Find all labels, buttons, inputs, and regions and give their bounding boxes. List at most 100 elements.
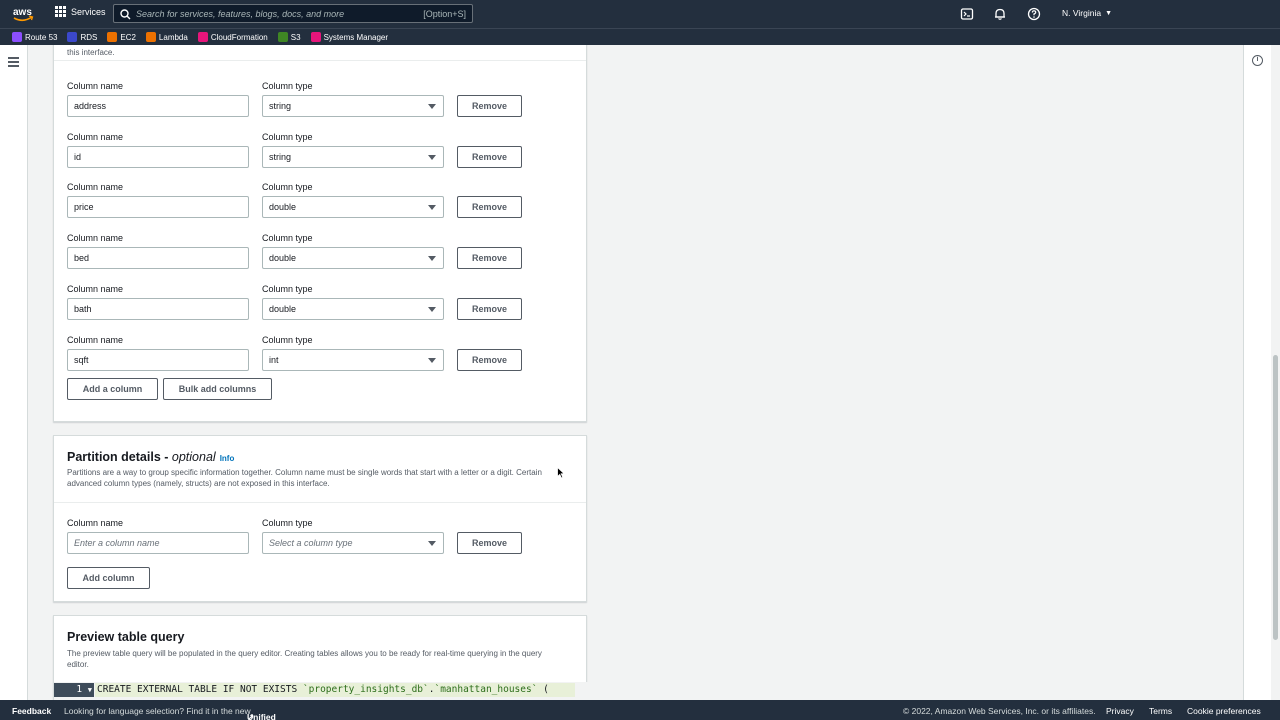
route53-icon [12, 32, 22, 42]
caret-down-icon [428, 541, 436, 546]
column-type-select[interactable]: double [262, 297, 444, 320]
region-selector[interactable]: N. Virginia ▼ [1062, 8, 1112, 18]
notifications-bell-icon[interactable] [993, 7, 1007, 21]
column-name-label: Column name [67, 81, 124, 91]
systems-manager-icon [310, 32, 321, 42]
top-navigation: aws Services Search for services, featur… [0, 0, 1280, 28]
column-type-select[interactable]: int [262, 348, 444, 371]
remove-column-button[interactable]: Remove [457, 196, 522, 219]
search-placeholder: Search for services, features, blogs, do… [136, 8, 345, 19]
card-divider [54, 60, 586, 61]
column-details-note: this interface. [67, 48, 115, 57]
code-line: CREATE EXTERNAL TABLE IF NOT EXISTS `pro… [95, 683, 575, 697]
bulk-add-columns-button[interactable]: Bulk add columns [163, 378, 272, 400]
terms-link[interactable]: Terms [1149, 706, 1172, 716]
right-rail: i [1243, 45, 1271, 700]
caret-down-icon [428, 104, 436, 109]
partition-details-card: Partition details - optional Info Partiti… [53, 435, 587, 602]
caret-down-icon [428, 357, 436, 363]
column-name-label: Column name [67, 131, 124, 142]
column-name-input[interactable]: id [67, 145, 249, 168]
language-note: Looking for language selection? Find it … [64, 706, 251, 716]
s3-icon [277, 32, 288, 42]
rds-icon [67, 32, 78, 42]
favorites-bar: Route 53 RDS EC2 Lambda CloudFormation S… [0, 28, 1280, 45]
preview-table-query-description: The preview table query will be populate… [67, 649, 542, 669]
partition-remove-button[interactable]: Remove [457, 532, 522, 554]
remove-column-button[interactable]: Remove [457, 297, 522, 320]
menu-icon[interactable] [8, 57, 19, 69]
line-number: 1 ▼ [54, 683, 94, 697]
caret-down-icon [428, 306, 436, 312]
lambda-icon [145, 32, 156, 42]
preview-table-query-card: Preview table query The preview table qu… [53, 615, 588, 700]
favorite-s3[interactable]: S3 [277, 32, 301, 42]
external-link-icon: ↗ [247, 712, 255, 720]
column-name-input[interactable]: bath [67, 297, 249, 320]
main-content: this interface. Column name Column type ad… [28, 45, 1243, 700]
favorite-ec2[interactable]: EC2 [107, 32, 136, 42]
cookie-preferences-link[interactable]: Cookie preferences [1187, 706, 1261, 716]
partition-column-name-input[interactable]: Enter a column name [67, 532, 249, 554]
favorite-route53[interactable]: Route 53 [12, 32, 57, 42]
left-rail [0, 45, 28, 700]
column-type-label: Column type [262, 182, 313, 193]
caret-down-icon [428, 154, 436, 160]
column-name-input[interactable]: bed [67, 247, 249, 270]
column-name-label: Column name [67, 233, 124, 244]
mouse-cursor-icon [557, 467, 565, 479]
card-divider [54, 502, 586, 503]
column-name-input[interactable]: address [67, 95, 249, 117]
column-type-label: Column type [262, 81, 313, 91]
search-icon [120, 9, 131, 20]
services-menu-button[interactable]: Services [55, 6, 106, 17]
column-name-label: Column name [67, 283, 124, 294]
footer: Feedback Looking for language selection?… [0, 700, 1280, 720]
caret-down-icon [428, 205, 436, 211]
column-type-label: Column type [262, 334, 313, 345]
scrollbar-thumb[interactable] [1273, 355, 1278, 640]
fold-caret-icon[interactable]: ▼ [88, 686, 92, 694]
partition-details-description: Partitions are a way to group specific i… [67, 468, 542, 488]
favorite-systems-manager[interactable]: Systems Manager [310, 32, 388, 42]
help-icon[interactable] [1027, 7, 1041, 21]
add-a-column-button[interactable]: Add a column [67, 378, 158, 400]
add-partition-column-button[interactable]: Add column [67, 567, 150, 589]
partition-info-link[interactable]: Info [220, 454, 235, 463]
column-name-label: Column name [67, 182, 124, 193]
column-name-input[interactable]: price [67, 196, 249, 219]
column-name-label: Column name [67, 334, 124, 345]
region-label: N. Virginia [1062, 8, 1102, 18]
remove-column-button[interactable]: Remove [457, 145, 522, 168]
feedback-link[interactable]: Feedback [12, 706, 51, 716]
query-preview-editor[interactable]: 1 ▼ CREATE EXTERNAL TABLE IF NOT EXISTS … [54, 682, 588, 700]
copyright-text: © 2022, Amazon Web Services, Inc. or its… [903, 706, 1096, 716]
services-label: Services [71, 6, 106, 17]
grid-icon [55, 6, 66, 17]
column-type-select[interactable]: double [262, 196, 444, 219]
partition-column-type-select[interactable]: Select a column type [262, 532, 444, 554]
column-type-select[interactable]: string [262, 95, 444, 117]
remove-column-button[interactable]: Remove [457, 95, 522, 117]
remove-column-button[interactable]: Remove [457, 247, 522, 270]
favorite-cloudformation[interactable]: CloudFormation [197, 32, 268, 42]
favorite-rds[interactable]: RDS [67, 32, 97, 42]
partition-column-type-label: Column type [262, 518, 313, 528]
info-panel-icon[interactable]: i [1252, 55, 1263, 66]
remove-column-button[interactable]: Remove [457, 348, 522, 371]
preview-table-query-title: Preview table query [67, 630, 185, 644]
column-details-card: this interface. Column name Column type ad… [53, 45, 587, 422]
column-type-label: Column type [262, 131, 313, 142]
page-scrollbar[interactable] [1271, 45, 1280, 700]
column-type-select[interactable]: string [262, 145, 444, 168]
column-type-label: Column type [262, 233, 313, 244]
privacy-link[interactable]: Privacy [1106, 706, 1134, 716]
column-type-select[interactable]: double [262, 247, 444, 270]
cloudshell-icon[interactable] [960, 7, 974, 21]
column-name-input[interactable]: sqft [67, 348, 249, 371]
search-input[interactable]: Search for services, features, blogs, do… [113, 4, 473, 23]
favorite-lambda[interactable]: Lambda [145, 32, 188, 42]
partition-column-name-label: Column name [67, 518, 124, 528]
aws-logo[interactable]: aws [12, 4, 34, 24]
column-type-label: Column type [262, 283, 313, 294]
